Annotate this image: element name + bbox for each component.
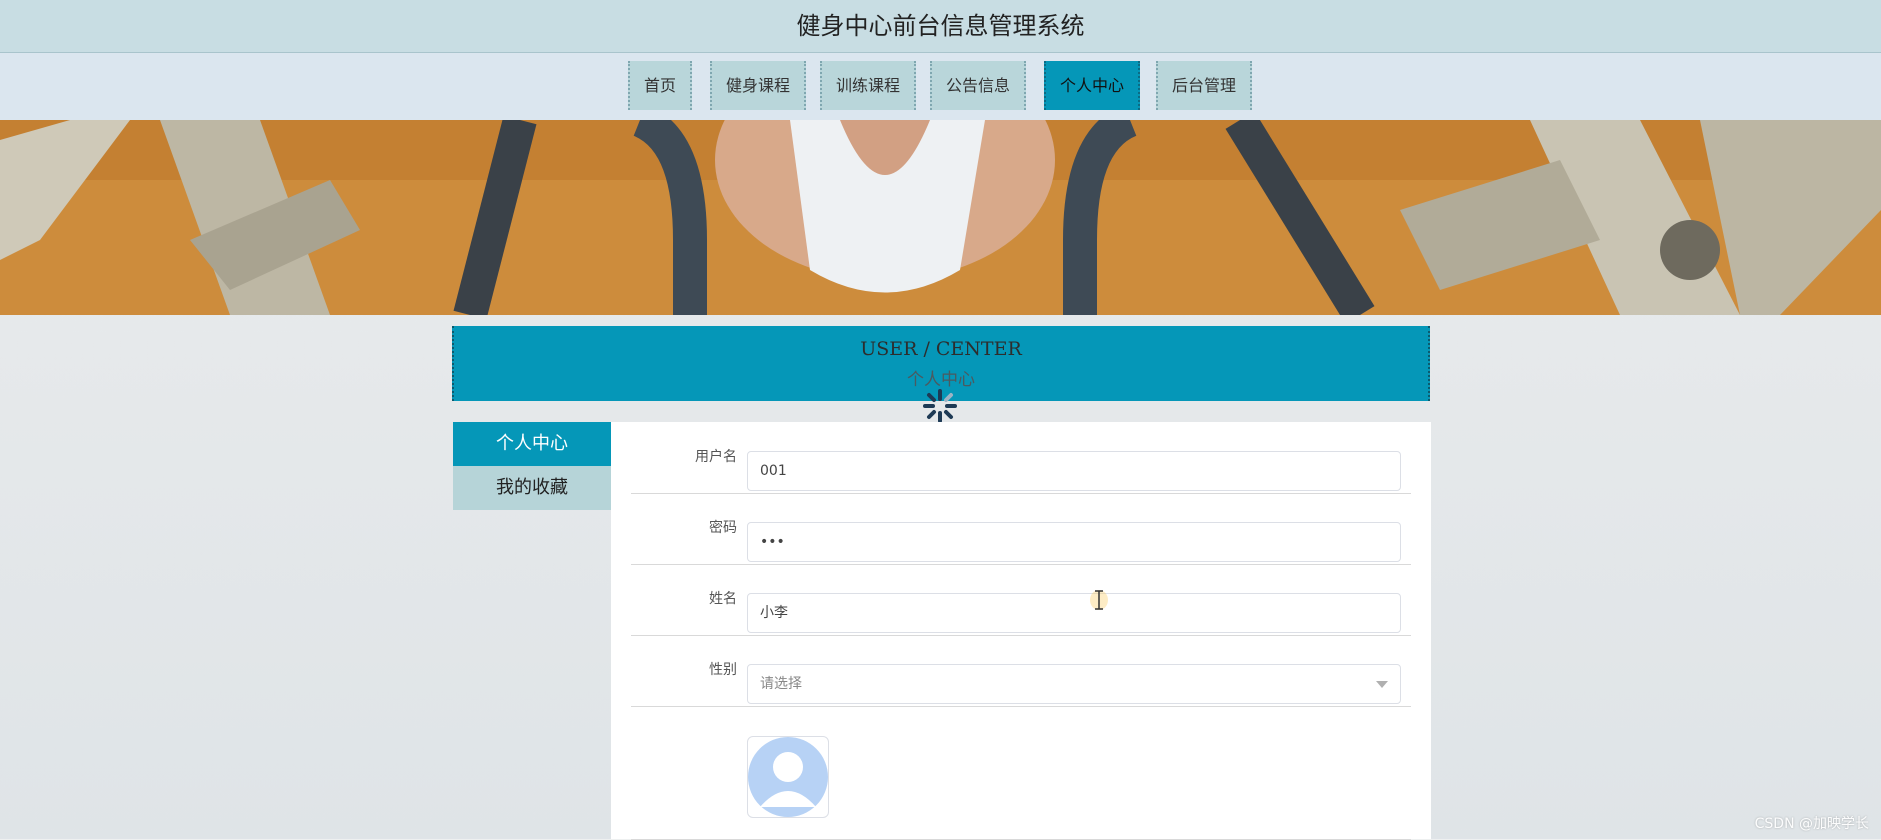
- section-title-en: USER / CENTER: [860, 338, 1022, 360]
- password-input[interactable]: •••: [747, 522, 1401, 562]
- gym-photo-illustration: [0, 120, 1881, 315]
- form-row-name: 姓名 小李: [631, 564, 1411, 636]
- nav-item-fitness-courses[interactable]: 健身课程: [710, 61, 806, 110]
- section-title-cn: 个人中心: [907, 370, 975, 390]
- nav-item-admin[interactable]: 后台管理: [1156, 61, 1252, 110]
- gender-select[interactable]: 请选择: [747, 664, 1401, 704]
- sidebar-item-user-center[interactable]: 个人中心: [453, 422, 611, 466]
- gender-select-placeholder: 请选择: [760, 676, 802, 692]
- nav-item-home[interactable]: 首页: [628, 61, 692, 110]
- sidebar-item-favorites[interactable]: 我的收藏: [453, 466, 611, 510]
- name-input[interactable]: 小李: [747, 593, 1401, 633]
- site-title: 健身中心前台信息管理系统: [796, 12, 1085, 40]
- password-label: 密码: [709, 520, 737, 536]
- name-label: 姓名: [709, 591, 737, 607]
- nav-item-announcements[interactable]: 公告信息: [930, 61, 1026, 110]
- avatar-upload[interactable]: [747, 736, 829, 818]
- top-bar: 健身中心前台信息管理系统: [0, 0, 1881, 53]
- watermark-text: CSDN @加映学长: [1754, 816, 1869, 832]
- nav-item-training-courses[interactable]: 训练课程: [820, 61, 916, 110]
- nav-item-user-center[interactable]: 个人中心: [1044, 61, 1140, 110]
- main-nav: 首页 健身课程 训练课程 公告信息 个人中心 后台管理: [0, 53, 1881, 120]
- chevron-down-icon: [1376, 681, 1388, 688]
- text-cursor-icon: [1095, 590, 1103, 610]
- username-label: 用户名: [695, 449, 737, 465]
- profile-form-panel: 用户名 001 密码 ••• 姓名 小李 性别 请选择: [611, 422, 1431, 840]
- gender-label: 性别: [709, 662, 737, 678]
- loading-spinner-icon: [923, 389, 957, 423]
- user-avatar-icon: [748, 737, 828, 817]
- form-row-username: 用户名 001: [631, 422, 1411, 494]
- form-row-password: 密码 •••: [631, 493, 1411, 565]
- hero-banner-image: [0, 120, 1881, 315]
- form-row-gender: 性别 请选择: [631, 635, 1411, 707]
- username-input[interactable]: 001: [747, 451, 1401, 491]
- user-sidebar: 个人中心 我的收藏: [453, 422, 611, 510]
